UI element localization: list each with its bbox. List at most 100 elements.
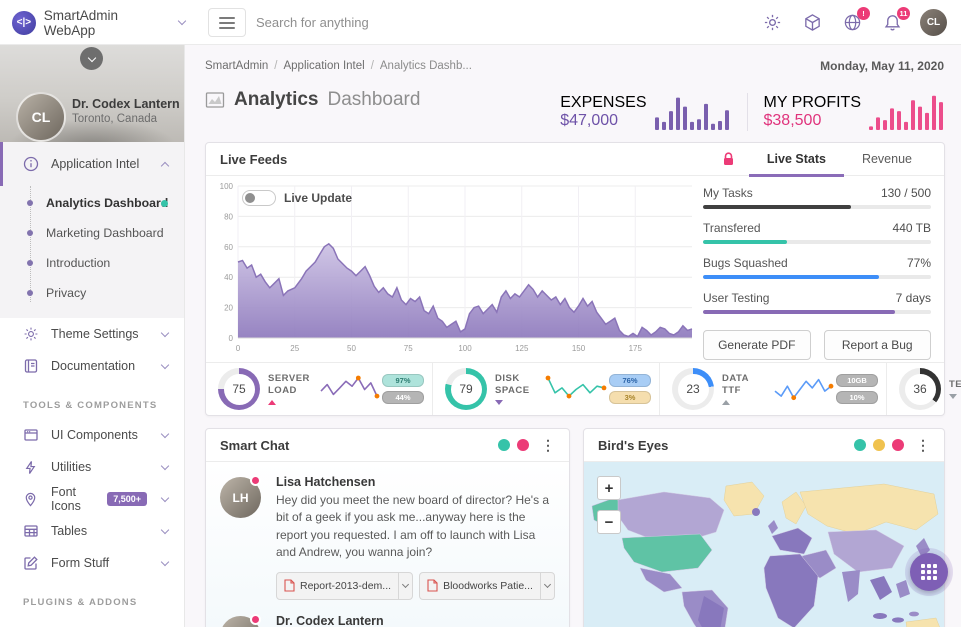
language-globe-icon[interactable]: ! [840, 11, 864, 35]
app-root: <|> SmartAdmin WebApp ! 11 CL [0, 0, 961, 627]
tab-live-stats[interactable]: Live Stats [749, 143, 844, 176]
svg-text:100: 100 [220, 182, 234, 191]
notifications-bell-icon[interactable]: 11 [880, 11, 904, 35]
live-update-toggle[interactable]: Live Update [242, 190, 352, 206]
disk-space-sparkline [545, 373, 609, 405]
top-navbar: <|> SmartAdmin WebApp ! 11 CL [0, 0, 961, 45]
map-zoom-in-button[interactable]: + [597, 476, 621, 500]
profile-collapse-button[interactable] [80, 47, 103, 70]
teal-dot [498, 439, 510, 451]
table-icon [22, 523, 39, 540]
navbar-icons: ! 11 CL [760, 0, 947, 45]
smart-chat-title: Smart Chat [220, 438, 491, 453]
svg-text:25: 25 [290, 344, 299, 353]
tile-ring-3: 36 [899, 368, 941, 410]
chat-message: LH Lisa Hatchensen Hey did you meet the … [220, 475, 555, 600]
chevron-down-icon [161, 328, 169, 336]
attachment-dropdown[interactable] [540, 573, 554, 599]
settings-gear-icon[interactable] [760, 11, 784, 35]
kebab-menu-icon[interactable]: ⋮ [541, 437, 555, 454]
user-avatar[interactable]: CL [920, 9, 947, 36]
toggle-switch[interactable] [242, 190, 276, 206]
sidebar-item-application-intel[interactable]: Application Intel [0, 142, 184, 186]
globe-badge: ! [857, 7, 870, 20]
stat-fill-0 [703, 205, 851, 209]
live-feeds-tabs: Live Stats Revenue [749, 143, 930, 176]
live-feeds-body: Live Update 0204060801000255075100125150… [206, 176, 944, 364]
breadcrumb-application-intel[interactable]: Application Intel [283, 60, 364, 72]
svg-text:0: 0 [229, 334, 234, 343]
map-pin-icon [22, 491, 39, 508]
sidebar-item-theme-settings[interactable]: Theme Settings [0, 318, 184, 350]
sidebar-item-form-stuff[interactable]: Form Stuff [0, 547, 184, 579]
svg-text:40: 40 [224, 273, 233, 282]
toggle-label: Live Update [284, 191, 352, 205]
tab-revenue[interactable]: Revenue [844, 143, 930, 176]
chevron-down-icon [161, 461, 169, 469]
sidebar-item-marketing-dashboard[interactable]: Marketing Dashboard [0, 218, 184, 248]
tile-server-load: 75 SERVERLOAD 97%44% [206, 363, 433, 415]
sidebar-item-utilities[interactable]: Utilities [0, 451, 184, 483]
tile-ring-1: 79 [445, 368, 487, 410]
world-map[interactable] [584, 462, 944, 627]
brand-menu[interactable]: <|> SmartAdmin WebApp [0, 0, 185, 45]
tile-badge2-0: 44% [382, 391, 424, 404]
live-feeds-panel: Live Feeds Live Stats Revenue Live Updat… [205, 142, 945, 416]
tile-trend-0 [268, 400, 276, 405]
chat-sender-name: Lisa Hatchensen [276, 475, 555, 489]
breadcrumb-current: Analytics Dashb... [380, 60, 472, 72]
search-input[interactable] [256, 8, 576, 37]
live-stats-column: My Tasks130 / 500 Transfered440 TB Bugs … [703, 186, 931, 360]
svg-text:50: 50 [347, 344, 356, 353]
birds-eyes-title: Bird's Eyes [598, 438, 847, 453]
application-intel-subitems: Analytics Dashboard Marketing Dashboard … [0, 186, 184, 318]
sidebar-item-privacy[interactable]: Privacy [0, 278, 184, 308]
chat-sender-name: Dr. Codex Lantern [276, 614, 555, 627]
profile-avatar[interactable]: CL [16, 92, 66, 142]
birds-eyes-panel: Bird's Eyes ⋮ + − [583, 428, 945, 627]
sidebar-item-documentation[interactable]: Documentation [0, 350, 184, 382]
attachment-bloodworks[interactable]: Bloodworks Patie... [419, 572, 555, 600]
svg-text:100: 100 [458, 344, 472, 353]
main-content: SmartAdmin/Application Intel/Analytics D… [185, 45, 961, 627]
profits-metric: MY PROFITS $38,500 [764, 94, 946, 130]
svg-text:0: 0 [236, 344, 241, 353]
stat-transfered: Transfered440 TB [703, 221, 931, 244]
chat-message-text: Hey did you meet the new board of direct… [276, 492, 555, 562]
sidebar-item-font-icons[interactable]: Font Icons 7,500+ [0, 483, 184, 515]
smart-chat-header: Smart Chat ⋮ [206, 429, 569, 462]
tile-badge1-2: 10GB [836, 374, 878, 387]
menu-toggle-button[interactable] [208, 8, 246, 37]
current-date: Monday, May 11, 2020 [820, 59, 944, 73]
app-shortcuts-button[interactable] [910, 553, 948, 591]
profits-label: MY PROFITS [764, 94, 862, 112]
breadcrumb-smartadmin[interactable]: SmartAdmin [205, 60, 268, 72]
svg-text:150: 150 [572, 344, 586, 353]
stat-my-tasks: My Tasks130 / 500 [703, 186, 931, 209]
sidebar-item-analytics-dashboard[interactable]: Analytics Dashboard [0, 188, 184, 218]
report-bug-button[interactable]: Report a Bug [824, 330, 932, 360]
sidebar-item-ui-components[interactable]: UI Components [0, 419, 184, 451]
sidebar-item-tables[interactable]: Tables [0, 515, 184, 547]
tile-badge1-0: 97% [382, 374, 424, 387]
metrics-divider [747, 93, 748, 131]
sidebar-item-label: Application Intel [51, 157, 155, 171]
svg-text:60: 60 [224, 243, 233, 252]
brand-title: SmartAdmin WebApp [44, 8, 172, 38]
generate-pdf-button[interactable]: Generate PDF [703, 330, 811, 360]
map-zoom-out-button[interactable]: − [597, 510, 621, 534]
lock-icon[interactable] [722, 152, 735, 166]
apps-cube-icon[interactable] [800, 11, 824, 35]
window-icon [22, 427, 39, 444]
sidebar-item-introduction[interactable]: Introduction [0, 248, 184, 278]
tile-badge2-1: 3% [609, 391, 651, 404]
sidebar: CL Dr. Codex Lantern Toronto, Canada App… [0, 45, 185, 627]
expenses-value: $47,000 [560, 112, 646, 130]
chevron-down-icon [161, 429, 169, 437]
attachment-dropdown[interactable] [398, 573, 412, 599]
expenses-label: EXPENSES [560, 94, 646, 112]
attachment-report[interactable]: Report-2013-dem... [276, 572, 413, 600]
kebab-menu-icon[interactable]: ⋮ [916, 437, 930, 454]
tile-trend-1 [495, 400, 503, 405]
pink-dot [892, 439, 904, 451]
